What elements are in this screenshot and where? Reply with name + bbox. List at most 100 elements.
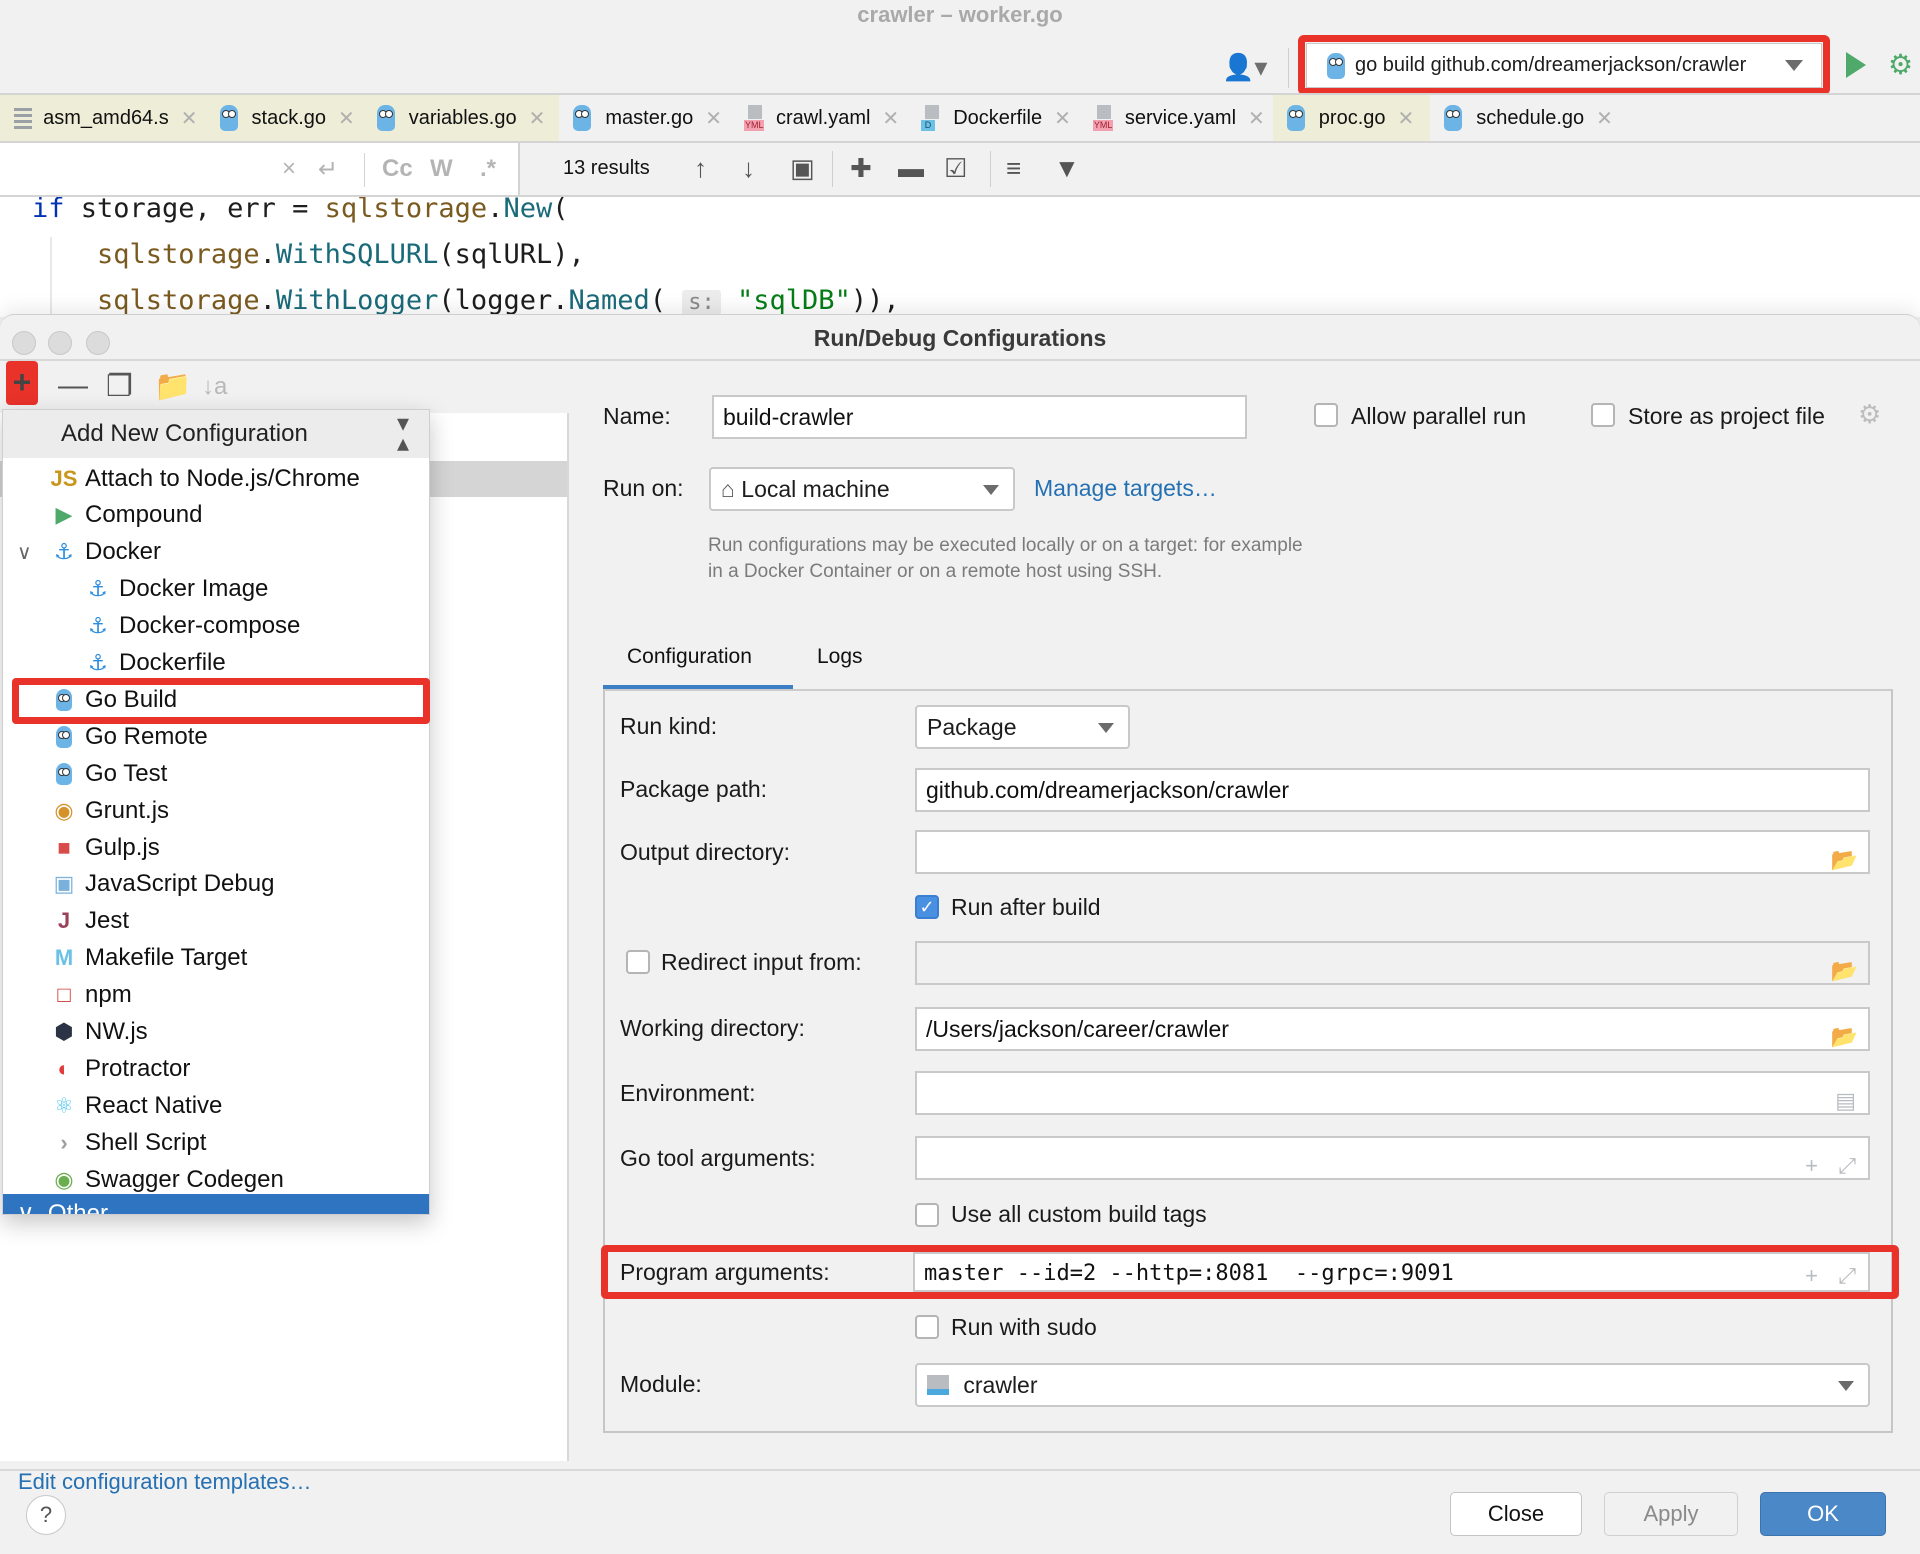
close-button[interactable]: Close (1450, 1492, 1582, 1536)
store-as-project-file-checkbox[interactable] (1591, 403, 1615, 427)
code-editor[interactable]: if storage, err = sqlstorage.New( sqlsto… (0, 197, 1920, 317)
regex-toggle[interactable]: .* (480, 155, 496, 183)
copy-icon[interactable]: ❐ (106, 369, 133, 404)
output-directory-field[interactable]: 📂 (915, 830, 1870, 874)
react-icon: ⚛ (54, 1092, 74, 1118)
redirect-input-checkbox[interactable] (626, 950, 650, 974)
filter-icon[interactable]: ▼ (1054, 153, 1080, 184)
annotation-highlight-run-config (1298, 35, 1830, 95)
play-icon[interactable] (1846, 52, 1866, 78)
allow-parallel-run-checkbox[interactable] (1314, 403, 1338, 427)
new-line-icon[interactable]: ↵ (318, 155, 338, 184)
run-with-sudo-checkbox[interactable] (915, 1315, 939, 1339)
popup-item-dockerfile[interactable]: ⚓ Dockerfile (3, 645, 429, 682)
go-file-icon (573, 105, 592, 131)
popup-item-protractor[interactable]: ◐ Protractor (3, 1050, 429, 1087)
close-icon[interactable]: ✕ (1248, 106, 1265, 131)
whole-words-toggle[interactable]: W (430, 155, 453, 183)
tab-asm-amd64[interactable]: asm_amd64.s ✕ (0, 95, 206, 141)
gear-icon[interactable]: ⚙ (1858, 399, 1881, 430)
run-on-select[interactable]: ⌂ Local machine (709, 467, 1015, 511)
bug-icon[interactable]: ⚙ (1888, 50, 1916, 80)
popup-item-gulp-js[interactable]: ■ Gulp.js (3, 829, 429, 866)
select-all-occurrences-icon[interactable]: ▣ (790, 153, 815, 184)
ok-button[interactable]: OK (1760, 1492, 1886, 1536)
tab-variables-go[interactable]: variables.go ✕ (362, 95, 560, 141)
remove-icon[interactable]: — (58, 369, 88, 403)
popup-item-docker[interactable]: ∨ ⚓ Docker (3, 534, 429, 571)
environment-field[interactable]: ▤ (915, 1071, 1870, 1115)
apply-button[interactable]: Apply (1604, 1492, 1738, 1536)
sort-icon[interactable]: ↓a (202, 373, 227, 401)
close-icon[interactable]: ✕ (1054, 106, 1071, 131)
module-select[interactable]: crawler (915, 1363, 1870, 1407)
popup-item-swagger-codegen[interactable]: ◉ Swagger Codegen (3, 1161, 429, 1198)
clear-search-icon[interactable]: × (282, 155, 296, 183)
add-configuration-button[interactable]: + (6, 361, 38, 405)
select-occurrences-icon[interactable]: ☑ (944, 153, 967, 184)
close-icon[interactable]: ✕ (1596, 106, 1613, 131)
tab-service-yaml[interactable]: YML service.yaml ✕ (1079, 95, 1273, 141)
filter-context-icon[interactable]: ≡ (1006, 153, 1021, 184)
close-icon[interactable]: ✕ (338, 106, 355, 131)
document-icon[interactable]: ▤ (1835, 1081, 1856, 1113)
new-folder-icon[interactable]: 📁 (154, 369, 191, 404)
folder-icon[interactable]: 📂 (1831, 951, 1858, 983)
popup-item-shell-script[interactable]: › Shell Script (3, 1124, 429, 1161)
tab-master-go[interactable]: master.go ✕ (559, 95, 730, 141)
popup-item-label: npm (85, 981, 132, 1009)
folder-icon[interactable]: 📂 (1831, 1017, 1858, 1049)
run-after-build-checkbox[interactable]: ✓ (915, 895, 939, 919)
close-icon[interactable]: ✕ (882, 106, 899, 131)
arrow-down-icon[interactable]: ↓ (742, 153, 755, 184)
parameter-hint: s: (682, 290, 721, 315)
use-custom-build-tags-checkbox[interactable] (915, 1203, 939, 1227)
remove-occurrence-icon[interactable]: ▬ (898, 153, 924, 184)
close-icon[interactable]: ✕ (705, 106, 722, 131)
run-kind-value: Package (927, 714, 1017, 740)
popup-item-docker-compose[interactable]: ⚓ Docker-compose (3, 608, 429, 645)
find-input[interactable]: × ↵ Cc W .* (0, 143, 520, 195)
go-tool-arguments-field[interactable]: + ⤢ (915, 1136, 1870, 1180)
popup-item-attach-to-node-js-chrome[interactable]: JS Attach to Node.js/Chrome (3, 460, 429, 497)
popup-item-npm[interactable]: □ npm (3, 977, 429, 1014)
chevron-down-icon[interactable]: ∨ (17, 540, 32, 565)
tab-dockerfile[interactable]: D Dockerfile ✕ (907, 95, 1079, 141)
close-icon[interactable]: ✕ (181, 106, 198, 131)
help-button[interactable]: ? (26, 1495, 66, 1535)
folder-icon[interactable]: 📂 (1831, 840, 1858, 872)
tab-crawl-yaml[interactable]: YML crawl.yaml ✕ (730, 95, 907, 141)
collapse-all-icon[interactable]: ▾ ▴ (397, 412, 409, 456)
close-icon[interactable]: ✕ (529, 106, 546, 131)
plus-icon[interactable]: + (1805, 1146, 1818, 1178)
name-field[interactable]: build-crawler (712, 395, 1247, 439)
popup-item-compound[interactable]: ▶ Compound (3, 497, 429, 534)
popup-item-grunt-js[interactable]: ◉ Grunt.js (3, 792, 429, 829)
user-dropdown-icon[interactable]: 👤▾ (1222, 50, 1272, 84)
tab-schedule-go[interactable]: schedule.go ✕ (1430, 95, 1621, 141)
working-directory-field[interactable]: /Users/jackson/career/crawler 📂 (915, 1007, 1870, 1051)
tab-proc-go[interactable]: proc.go ✕ (1272, 95, 1431, 141)
add-occurrence-icon[interactable]: ✚ (850, 153, 872, 184)
popup-item-docker-image[interactable]: ⚓ Docker Image (3, 571, 429, 608)
tab-stack-go[interactable]: stack.go ✕ (205, 95, 363, 141)
match-case-toggle[interactable]: Cc (382, 155, 413, 183)
popup-item-go-test[interactable]: Go Test (3, 755, 429, 792)
run-kind-select[interactable]: Package (915, 705, 1130, 749)
manage-targets-link[interactable]: Manage targets… (1034, 475, 1217, 502)
popup-item-javascript-debug[interactable]: ▣ JavaScript Debug (3, 866, 429, 903)
popup-item-other[interactable]: ∨ Other (3, 1194, 429, 1214)
redirect-input-field[interactable]: 📂 (915, 941, 1870, 985)
arrow-up-icon[interactable]: ↑ (694, 153, 707, 184)
close-icon[interactable]: ✕ (1398, 106, 1415, 131)
popup-item-jest[interactable]: J Jest (3, 903, 429, 940)
popup-item-nw-js[interactable]: ⬢ NW.js (3, 1014, 429, 1051)
package-path-field[interactable]: github.com/dreamerjackson/crawler (915, 768, 1870, 812)
expand-icon[interactable]: ⤢ (1838, 1146, 1856, 1178)
popup-item-react-native[interactable]: ⚛ React Native (3, 1087, 429, 1124)
edit-configuration-templates-link[interactable]: Edit configuration templates… (18, 1469, 312, 1495)
nodejs-attach-icon: JS (50, 465, 78, 491)
tab-configuration[interactable]: Configuration (627, 645, 752, 669)
popup-item-makefile-target[interactable]: M Makefile Target (3, 940, 429, 977)
tab-logs[interactable]: Logs (817, 645, 863, 669)
